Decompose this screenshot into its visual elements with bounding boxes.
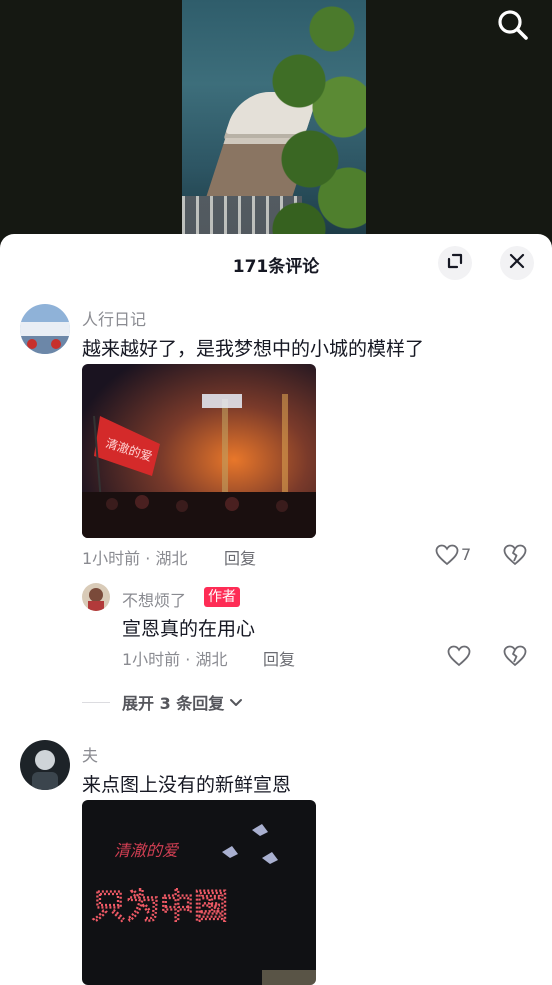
comment-image[interactable]: 清澈的爱 只为中国 bbox=[82, 800, 316, 985]
avatar[interactable] bbox=[82, 583, 110, 611]
svg-text:清澈的爱: 清澈的爱 bbox=[114, 841, 180, 860]
reply-button[interactable]: 回复 bbox=[224, 545, 256, 569]
video-background[interactable] bbox=[0, 0, 552, 240]
sheet-header: 171条评论 bbox=[0, 234, 552, 292]
comment-username[interactable]: 人行日记 bbox=[82, 306, 146, 330]
trees bbox=[266, 0, 366, 240]
reply-button[interactable]: 回复 bbox=[263, 646, 295, 670]
avatar[interactable] bbox=[20, 740, 70, 790]
close-icon bbox=[509, 253, 525, 273]
expand-replies-button[interactable]: 展开 3 条回复 bbox=[82, 690, 244, 714]
reply-text: 宣恩真的在用心 bbox=[122, 618, 256, 640]
reply-time-location: 1小时前 · 湖北 bbox=[122, 650, 228, 669]
expand-icon bbox=[446, 252, 464, 274]
expand-replies-label: 展开 3 条回复 bbox=[122, 694, 225, 713]
comment-sheet: 171条评论 人行日记 越来越好了，是我梦想中的小城的模样了 清澈的爱 1小时前… bbox=[0, 234, 552, 985]
video-frame bbox=[182, 0, 366, 240]
broken-heart-icon[interactable] bbox=[502, 542, 528, 568]
broken-heart-icon[interactable] bbox=[502, 643, 528, 669]
comment-username[interactable]: 夫 bbox=[82, 742, 98, 766]
comment-text: 越来越好了，是我梦想中的小城的模样了 bbox=[82, 338, 425, 360]
avatar[interactable] bbox=[20, 304, 70, 354]
svg-text:只为中国: 只为中国 bbox=[92, 887, 228, 927]
fullscreen-button[interactable] bbox=[438, 246, 472, 280]
author-badge: 作者 bbox=[204, 587, 240, 607]
divider bbox=[82, 701, 110, 703]
comment-text: 来点图上没有的新鲜宣恩 bbox=[82, 774, 292, 796]
reply-username[interactable]: 不想烦了 bbox=[122, 587, 186, 611]
chevron-down-icon bbox=[228, 694, 244, 710]
search-icon[interactable] bbox=[496, 8, 530, 42]
like-icon[interactable] bbox=[434, 542, 460, 568]
comment-image[interactable]: 清澈的爱 bbox=[82, 364, 316, 538]
like-icon[interactable] bbox=[446, 643, 472, 669]
comment-time-location: 1小时前 · 湖北 bbox=[82, 549, 188, 568]
close-button[interactable] bbox=[500, 246, 534, 280]
like-count: 7 bbox=[461, 545, 472, 564]
